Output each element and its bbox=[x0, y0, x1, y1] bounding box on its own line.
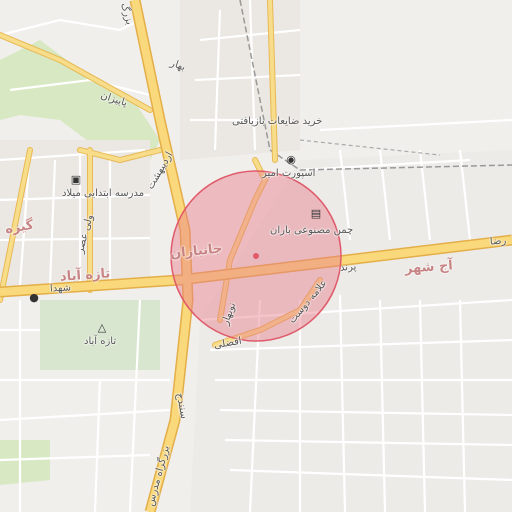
car-icon[interactable]: ◉ bbox=[285, 154, 297, 166]
railway-branch bbox=[299, 139, 441, 156]
park-area bbox=[0, 440, 50, 485]
street-label-shohada: شهدا bbox=[49, 282, 72, 295]
map-view[interactable]: جانبازان تازه آباد آج شهر گیزه شهدا پرند… bbox=[0, 0, 512, 512]
school-icon[interactable]: ▣ bbox=[70, 174, 82, 186]
urban-block bbox=[0, 140, 150, 290]
highlight-center bbox=[253, 253, 259, 259]
poi-label-tazeh-abad[interactable]: تازه آباد bbox=[84, 336, 116, 348]
monument-icon[interactable]: △ bbox=[96, 322, 108, 334]
shopping-bag-icon[interactable]: ▤ bbox=[310, 208, 322, 220]
poi-label-madreseh-milad[interactable]: مدرسه ابتدایی میلاد bbox=[62, 188, 144, 200]
park-area bbox=[40, 300, 160, 370]
street-label-parand: پرند bbox=[339, 261, 357, 274]
poi-label-chaman-baran[interactable]: چمن مصنوعی باران bbox=[270, 225, 353, 237]
poi-label-esport-amir[interactable]: اسپورت امیر bbox=[262, 168, 315, 180]
poi-label-kharid-zayeat[interactable]: خرید ضایعات بازیافتی bbox=[232, 116, 322, 128]
fuel-icon[interactable]: ● bbox=[28, 292, 40, 304]
street-label-reza: رضا bbox=[489, 235, 507, 248]
map-canvas bbox=[0, 0, 512, 512]
